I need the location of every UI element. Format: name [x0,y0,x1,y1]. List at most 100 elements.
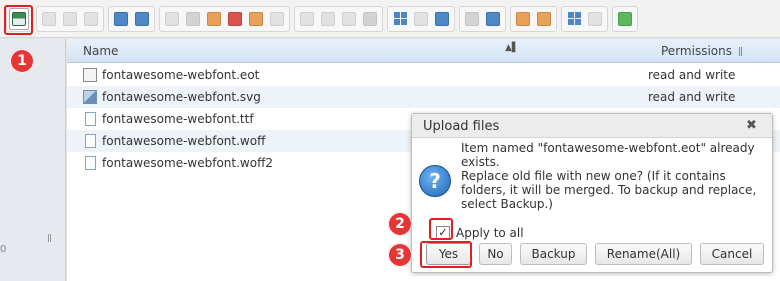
file-name: fontawesome-webfont.ttf [102,112,254,126]
no-button[interactable]: No [479,243,512,265]
file-name: fontawesome-webfont.woff [102,134,266,148]
toolbar [0,0,780,38]
dialog-message-line: exists. [461,155,500,169]
delete-icon [228,11,242,26]
rename-button[interactable] [318,8,338,30]
file-row[interactable]: fontawesome-webfont.eot read and write [67,64,780,86]
rename-all-button[interactable]: Rename(All) [595,243,692,265]
apply-to-all-label[interactable]: Apply to all [456,226,524,240]
toolbar-group [561,5,608,32]
redo-button[interactable] [132,8,152,30]
paste-button[interactable] [204,8,224,30]
settings-icon [363,11,377,26]
grid-view-icon [393,12,407,25]
fullscreen-button[interactable] [615,8,635,30]
move-left-icon [516,11,530,26]
sort-ascending-icon[interactable]: ▲▌ [505,43,519,53]
file-permissions: read and write [648,68,736,82]
edit-button[interactable] [339,8,359,30]
step-1-badge: 1 [10,49,34,73]
duplicate-icon [165,11,179,26]
undo-button[interactable] [111,8,131,30]
dialog-message-line: folders, it will be merged. To backup an… [461,183,757,197]
column-resize-handle[interactable] [739,47,742,56]
question-icon: ? [419,165,451,197]
undo-icon [114,11,128,26]
image-file-icon [83,90,97,104]
file-name: fontawesome-webfont.eot [102,68,260,82]
list-view-icon [435,11,449,26]
dialog-message-line: Item named "fontawesome-webfont.eot" alr… [461,141,755,155]
file-name: fontawesome-webfont.woff2 [102,156,273,170]
delete-button[interactable] [225,8,245,30]
cut-button[interactable] [183,8,203,30]
dialog-message-line: Replace old file with new one? (If it co… [461,169,726,183]
view-icons-icon [567,12,581,25]
select-all-icon [414,11,428,26]
rename-icon [321,11,335,26]
document-button[interactable] [81,8,101,30]
column-header: Name ▲▌ Permissions [67,39,780,63]
info-button[interactable] [483,8,503,30]
settings-button[interactable] [360,8,380,30]
view-icons-button[interactable] [564,8,584,30]
preview-eye-icon [465,11,479,26]
move-right-button[interactable] [534,8,554,30]
toolbar-group [510,5,557,32]
edit-icon [342,11,356,26]
copy-button[interactable] [39,8,59,30]
highlight-save-button [4,5,33,35]
toolbar-group [294,5,383,32]
file-icon [85,156,96,170]
new-file-button[interactable] [297,8,317,30]
backup-button[interactable]: Backup [520,243,587,265]
toolbar-group [612,5,638,32]
list-view-button[interactable] [432,8,452,30]
file-permissions: read and write [648,90,736,104]
view-list-icon [588,11,602,26]
new-file-icon [300,11,314,26]
panel-resize-handle[interactable] [48,234,51,242]
panel-edge-label: 0 [0,244,7,255]
fullscreen-icon [618,11,632,26]
copy-icon [42,11,56,26]
toolbar-group [459,5,506,32]
file-name: fontawesome-webfont.svg [102,90,261,104]
duplicate-button[interactable] [162,8,182,30]
select-all-button[interactable] [411,8,431,30]
move-left-button[interactable] [513,8,533,30]
toolbar-group [108,5,155,32]
info-icon [486,11,500,26]
dialog-titlebar: Upload files ✖ [412,114,772,138]
disk-button[interactable] [60,8,80,30]
close-icon[interactable]: ✖ [746,118,757,133]
file-row[interactable]: fontawesome-webfont.svg read and write [67,86,780,108]
dialog-message-line: select Backup.) [461,197,553,211]
grid-view-button[interactable] [390,8,410,30]
view-list-button[interactable] [585,8,605,30]
cancel-button[interactable]: Cancel [700,243,764,265]
dialog-message: Item named "fontawesome-webfont.eot" alr… [461,141,766,211]
toolbar-group [387,5,455,32]
step-2-badge: 2 [388,212,412,236]
preview-eye-button[interactable] [462,8,482,30]
extract-button[interactable] [267,8,287,30]
step-3-badge: 3 [388,243,412,267]
disk-icon [63,11,77,26]
dialog-title: Upload files [423,119,500,134]
file-icon [85,134,96,148]
document-icon [84,11,98,26]
cut-icon [186,11,200,26]
column-permissions-header[interactable]: Permissions [661,44,732,58]
highlight-yes-button [420,241,472,268]
file-icon [83,68,97,82]
column-name-header[interactable]: Name [83,44,118,58]
move-right-icon [537,11,551,26]
toolbar-group [159,5,290,32]
file-icon [85,112,96,126]
archive-button[interactable] [246,8,266,30]
navigation-panel: 0 [0,39,66,281]
paste-icon [207,11,221,26]
extract-icon [270,11,284,26]
highlight-apply-to-all [429,218,453,240]
